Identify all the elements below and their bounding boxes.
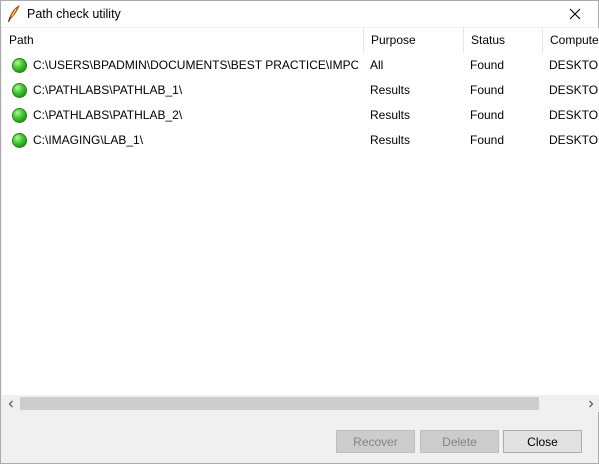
- purpose-cell: Results: [370, 83, 411, 97]
- table-row[interactable]: C:\PATHLABS\PATHLAB_1\ Results Found DES…: [2, 78, 599, 103]
- column-header-purpose[interactable]: Purpose: [364, 28, 464, 53]
- column-header-status[interactable]: Status: [464, 28, 543, 53]
- status-cell: Found: [470, 58, 505, 72]
- green-circle-icon: [12, 58, 27, 73]
- close-button[interactable]: Close: [503, 430, 582, 453]
- scroll-right-button[interactable]: [582, 395, 599, 412]
- path-check-dialog: Path check utility Path Purpose Status C…: [0, 0, 599, 464]
- path-cell: C:\USERS\BPADMIN\DOCUMENTS\BEST PRACTICE…: [33, 58, 358, 72]
- column-header-path[interactable]: Path: [2, 28, 364, 53]
- scroll-thumb[interactable]: [20, 397, 539, 410]
- table-row[interactable]: C:\PATHLABS\PATHLAB_2\ Results Found DES…: [2, 103, 599, 128]
- scroll-left-button[interactable]: [2, 395, 19, 412]
- close-window-button[interactable]: [552, 1, 598, 27]
- table-row[interactable]: C:\USERS\BPADMIN\DOCUMENTS\BEST PRACTICE…: [2, 53, 599, 78]
- computer-cell: DESKTOP: [549, 83, 599, 97]
- computer-cell: DESKTOP: [549, 108, 599, 122]
- chevron-left-icon: [8, 400, 13, 407]
- green-circle-icon: [12, 83, 27, 98]
- computer-cell: DESKTOP: [549, 58, 599, 72]
- path-cell: C:\IMAGING\LAB_1\: [33, 133, 144, 147]
- green-circle-icon: [12, 133, 27, 148]
- delete-button[interactable]: Delete: [420, 430, 499, 453]
- feather-pen-icon: [7, 5, 21, 23]
- computer-cell: DESKTOP: [549, 133, 599, 147]
- path-cell: C:\PATHLABS\PATHLAB_2\: [33, 108, 183, 122]
- green-circle-icon: [12, 108, 27, 123]
- window-title: Path check utility: [27, 7, 121, 21]
- status-cell: Found: [470, 133, 505, 147]
- status-cell: Found: [470, 83, 505, 97]
- recover-button[interactable]: Recover: [336, 430, 415, 453]
- title-bar: Path check utility: [1, 1, 598, 27]
- chevron-right-icon: [588, 400, 593, 407]
- status-cell: Found: [470, 108, 505, 122]
- close-icon: [569, 8, 581, 20]
- path-cell: C:\PATHLABS\PATHLAB_1\: [33, 83, 183, 97]
- table-row[interactable]: C:\IMAGING\LAB_1\ Results Found DESKTOP: [2, 128, 599, 153]
- column-header-computer[interactable]: Computer: [543, 28, 599, 53]
- horizontal-scrollbar[interactable]: [2, 395, 599, 412]
- list-header: Path Purpose Status Computer: [2, 28, 599, 53]
- purpose-cell: Results: [370, 108, 411, 122]
- purpose-cell: All: [370, 58, 384, 72]
- purpose-cell: Results: [370, 133, 411, 147]
- paths-list[interactable]: Path Purpose Status Computer C:\USERS\BP…: [2, 28, 599, 412]
